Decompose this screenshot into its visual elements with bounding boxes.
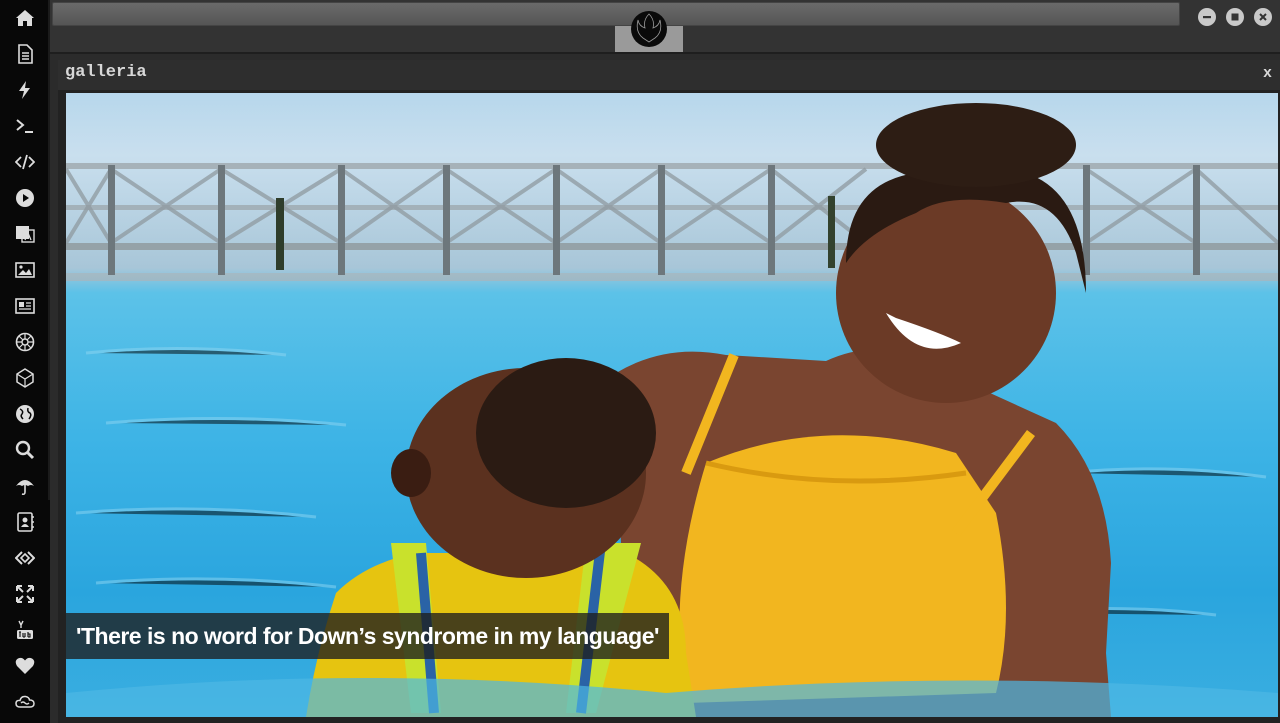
sidebar [0, 0, 50, 723]
gallery-photo: 'There is no word for Down’s syndrome in… [66, 93, 1278, 717]
sidebar-divider [48, 0, 50, 500]
gallery-window: galleria x 'There is no word for Down’s … [58, 60, 1280, 723]
play-icon[interactable] [13, 186, 37, 210]
close-icon [1259, 13, 1267, 21]
top-bar [50, 0, 1280, 54]
home-icon[interactable] [13, 6, 37, 30]
document-icon[interactable] [13, 42, 37, 66]
image-icon[interactable] [13, 258, 37, 282]
maximize-icon [1231, 13, 1239, 21]
contact-book-icon[interactable] [13, 510, 37, 534]
terminal-icon[interactable] [13, 114, 37, 138]
close-button[interactable] [1254, 8, 1272, 26]
translate-icon[interactable] [13, 222, 37, 246]
fullscreen-icon[interactable] [13, 582, 37, 606]
gallery-close-button[interactable]: x [1263, 65, 1272, 82]
minimize-button[interactable] [1198, 8, 1216, 26]
globe-icon[interactable] [13, 402, 37, 426]
address-bar[interactable] [52, 2, 1180, 26]
umbrella-icon[interactable] [13, 474, 37, 498]
code-diamond-icon[interactable] [13, 546, 37, 570]
code-icon[interactable] [13, 150, 37, 174]
youtube-icon[interactable] [13, 618, 37, 642]
gallery-title: galleria [65, 63, 147, 82]
rebel-alliance-icon[interactable] [628, 8, 670, 48]
gallery-header: galleria x [58, 60, 1280, 90]
photo-caption: 'There is no word for Down’s syndrome in… [66, 613, 669, 659]
empire-icon[interactable] [13, 330, 37, 354]
minimize-icon [1203, 16, 1211, 19]
newspaper-icon[interactable] [13, 294, 37, 318]
heart-icon[interactable] [13, 654, 37, 678]
lightning-icon[interactable] [13, 78, 37, 102]
cloud-icon[interactable] [13, 690, 37, 714]
cube-icon[interactable] [13, 366, 37, 390]
maximize-button[interactable] [1226, 8, 1244, 26]
search-icon[interactable] [13, 438, 37, 462]
